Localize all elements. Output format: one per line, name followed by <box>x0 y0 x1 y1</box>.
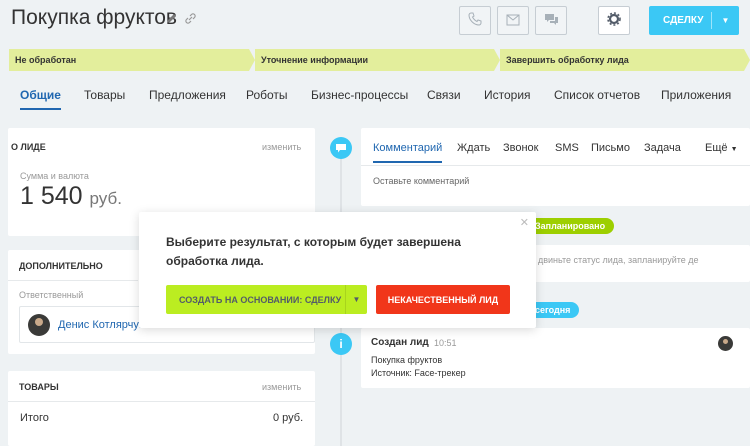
products-total-value: 0 руб. <box>273 412 304 424</box>
popup-message: Выберите результат, с которым будет заве… <box>166 235 461 268</box>
stage-finish[interactable]: Завершить обработку лида <box>500 49 750 71</box>
chat-icon <box>544 13 559 29</box>
stage-label: Не обработан <box>15 55 77 65</box>
stage-label: Уточнение информации <box>261 55 369 65</box>
event-card: Создан лид 10:51 Покупка фруктов Источни… <box>361 328 750 388</box>
tab-general[interactable]: Общие <box>20 88 61 110</box>
responsible-name[interactable]: Денис Котлярчук <box>58 319 144 331</box>
gear-icon <box>607 12 621 29</box>
stage-clarification[interactable]: Уточнение информации <box>255 49 500 71</box>
chat-button[interactable] <box>535 6 567 35</box>
stage-label: Завершить обработку лида <box>506 55 629 65</box>
additional-heading: ДОПОЛНИТЕЛЬНО <box>19 261 103 271</box>
tab-business-processes[interactable]: Бизнес-процессы <box>311 88 408 102</box>
editor-tab-more[interactable]: Ещё ▼ <box>705 142 738 154</box>
activity-editor: Комментарий Ждать Звонок SMS Письмо Зада… <box>361 128 750 206</box>
products-total-label: Итого <box>20 412 49 424</box>
amount-number: 1 540 <box>20 182 83 210</box>
convert-deal-button[interactable]: СДЕЛКУ ▼ <box>649 6 739 35</box>
create-deal-button[interactable]: СОЗДАТЬ НА ОСНОВАНИИ: СДЕЛКУ ▼ <box>166 285 367 314</box>
editor-tab-sms[interactable]: SMS <box>555 142 579 154</box>
amount-currency: руб. <box>89 189 122 208</box>
divider <box>8 401 315 402</box>
title-icons <box>166 13 196 27</box>
call-button[interactable] <box>459 6 491 35</box>
planned-badge-label: Запланировано <box>535 221 606 231</box>
tab-offers[interactable]: Предложения <box>149 88 226 102</box>
link-icon[interactable] <box>185 13 196 27</box>
settings-button[interactable] <box>598 6 630 35</box>
editor-tab-task[interactable]: Задача <box>644 142 681 154</box>
event-line: Покупка фруктов <box>371 355 443 365</box>
envelope-icon <box>506 13 520 29</box>
email-button[interactable] <box>497 6 529 35</box>
planned-badge: Запланировано <box>526 218 615 234</box>
editor-tab-call[interactable]: Звонок <box>503 142 539 154</box>
planned-card: двиньте статус лида, запланируйте де <box>520 245 750 282</box>
more-label: Ещё <box>705 142 728 154</box>
divider <box>361 165 750 166</box>
today-badge-label: сегодня <box>535 305 571 315</box>
comment-input[interactable]: Оставьте комментарий <box>373 176 469 186</box>
stage-bar: Не обработан Уточнение информации Заверш… <box>9 49 750 71</box>
amount-label: Сумма и валюта <box>20 171 89 181</box>
avatar <box>718 336 733 351</box>
junk-lead-button[interactable]: НЕКАЧЕСТВЕННЫЙ ЛИД <box>376 285 510 314</box>
responsible-label: Ответственный <box>19 290 84 300</box>
products-heading: ТОВАРЫ <box>19 382 59 392</box>
page-title: Покупка фруктов <box>11 6 178 29</box>
finish-lead-popup: ✕ Выберите результат, с которым будет за… <box>139 212 536 328</box>
main-tabs: Общие Товары Предложения Роботы Бизнес-п… <box>0 88 750 114</box>
tab-history[interactable]: История <box>484 88 531 102</box>
event-time: 10:51 <box>434 338 457 348</box>
info-icon: i <box>330 333 352 355</box>
stage-new[interactable]: Не обработан <box>9 49 255 71</box>
comment-icon <box>330 137 352 159</box>
tab-products[interactable]: Товары <box>84 88 125 102</box>
chevron-down-icon[interactable]: ▼ <box>346 295 367 304</box>
tab-apps[interactable]: Приложения <box>661 88 731 102</box>
junk-lead-label: НЕКАЧЕСТВЕННЫЙ ЛИД <box>387 294 499 305</box>
tab-robots[interactable]: Роботы <box>246 88 288 102</box>
chevron-down-icon[interactable]: ▼ <box>712 16 739 25</box>
editor-tab-email[interactable]: Письмо <box>591 142 630 154</box>
avatar <box>28 314 50 336</box>
convert-deal-label: СДЕЛКУ <box>663 15 704 26</box>
close-icon[interactable]: ✕ <box>520 216 529 229</box>
tab-reports[interactable]: Список отчетов <box>554 88 640 102</box>
amount-value: 1 540 руб. <box>20 182 122 211</box>
caret-down-icon: ▼ <box>730 146 738 153</box>
about-lead-heading: О ЛИДЕ <box>11 142 46 152</box>
event-line: Источник: Face-трекер <box>371 368 466 378</box>
header: Покупка фруктов СДЕЛКУ ▼ <box>0 0 750 44</box>
event-title: Создан лид <box>371 337 429 348</box>
editor-tab-comment[interactable]: Комментарий <box>373 142 443 163</box>
planned-text: двиньте статус лида, запланируйте де <box>538 255 699 265</box>
pencil-icon[interactable] <box>166 13 177 27</box>
divider <box>8 280 138 281</box>
tab-links[interactable]: Связи <box>427 88 461 102</box>
phone-icon <box>468 12 482 29</box>
create-deal-label: СОЗДАТЬ НА ОСНОВАНИИ: СДЕЛКУ <box>179 294 342 305</box>
editor-tab-wait[interactable]: Ждать <box>457 142 490 154</box>
